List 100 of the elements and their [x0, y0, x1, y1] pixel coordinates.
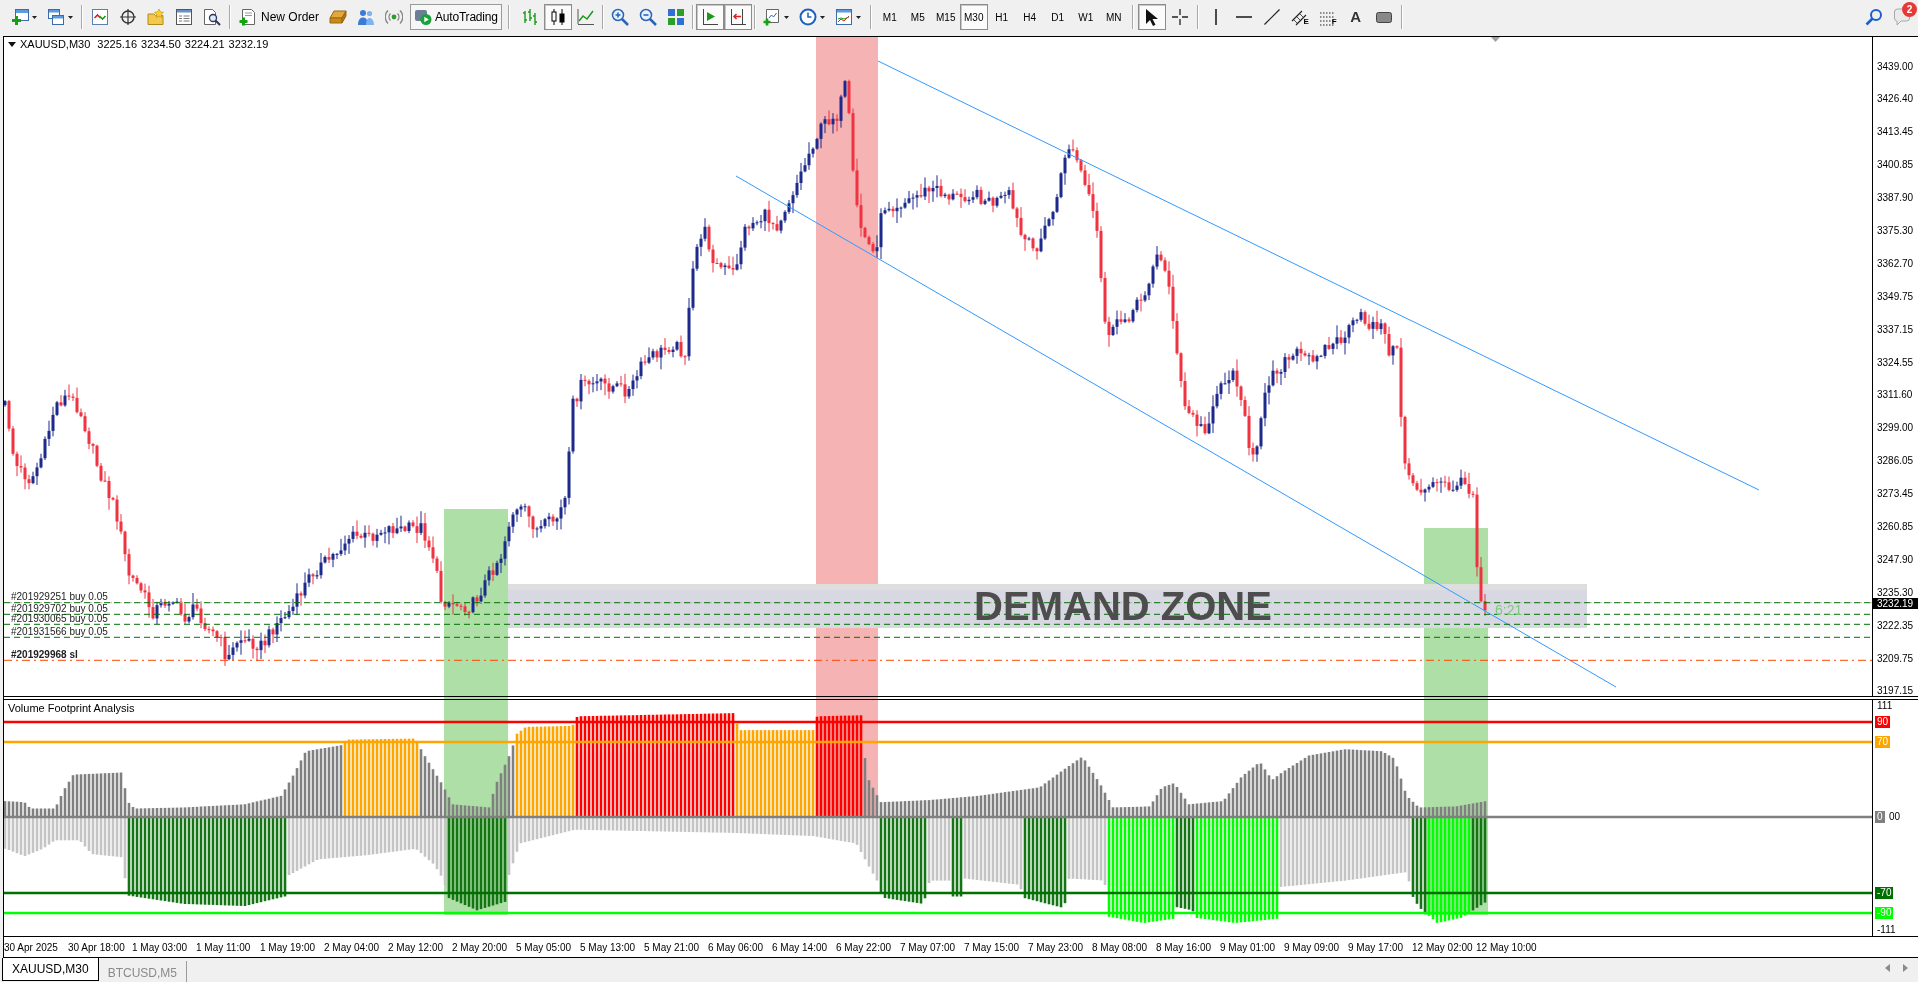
- candlestick-icon: [548, 8, 567, 26]
- timeframe-button[interactable]: MN: [1099, 4, 1128, 30]
- notification-badge: 2: [1902, 2, 1917, 17]
- timeframe-button[interactable]: M5: [903, 4, 932, 30]
- broadcast-icon: [385, 8, 403, 26]
- zoom-out-icon: [638, 8, 657, 26]
- fibonacci-button[interactable]: F: [1313, 4, 1342, 30]
- ohlc-bars-icon: [520, 8, 539, 26]
- ingot-icon: [329, 10, 347, 24]
- price-axis-label: 3439.00: [1877, 60, 1915, 72]
- horizontal-line-icon: [1235, 16, 1252, 18]
- chart-shift-icon: [728, 8, 747, 26]
- caret-icon: [783, 15, 789, 19]
- triangle-marker-icon: [1491, 37, 1500, 42]
- time-axis-label: 6 May 14:00: [772, 941, 828, 953]
- windows-icon: [47, 8, 65, 26]
- new-order-button[interactable]: New Order: [234, 4, 324, 30]
- caret-icon: [68, 15, 73, 19]
- indicator-plus-icon: [762, 8, 781, 26]
- time-axis-label: 5 May 05:00: [516, 941, 572, 953]
- caret-icon: [819, 15, 825, 19]
- ohlc-price: 3224.21: [184, 38, 225, 51]
- cursor-button[interactable]: [1137, 4, 1166, 30]
- market-watch-icon: [91, 8, 109, 26]
- time-axis-label: 6 May 22:00: [836, 941, 892, 953]
- time-axis-label: 12 May 02:00: [1412, 941, 1473, 953]
- ohlc-price: 3234.50: [141, 38, 181, 51]
- price-axis-label: 3260.85: [1877, 520, 1915, 532]
- indicator-title: Volume Footprint Analysis: [8, 702, 135, 715]
- time-axis-label: 5 May 13:00: [580, 941, 636, 953]
- clock-icon: [798, 8, 817, 26]
- search-icon: [1865, 8, 1883, 26]
- timeframe-button[interactable]: M15: [931, 4, 960, 30]
- timeframe-button[interactable]: D1: [1043, 4, 1072, 30]
- triangle-icon: [8, 42, 16, 47]
- level-label: 70: [1875, 736, 1891, 748]
- autotrading-button[interactable]: AutoTrading: [410, 4, 502, 30]
- timeframe-button[interactable]: H4: [1015, 4, 1044, 30]
- timeframe-button[interactable]: W1: [1071, 4, 1100, 30]
- stop-loss-label: #201929968 sl: [11, 650, 78, 660]
- current-price-label: 3232.19: [1873, 598, 1918, 609]
- negative-volume-bars: [1067, 817, 1107, 885]
- caret-icon: [32, 15, 37, 19]
- timeframe-button[interactable]: M30: [959, 4, 988, 30]
- price-axis-label: 3362.70: [1877, 257, 1915, 269]
- target-icon: [119, 8, 137, 26]
- time-axis-label: 7 May 07:00: [900, 941, 956, 953]
- level-label: 90: [1875, 716, 1891, 728]
- price-axis-label: 3235.30: [1877, 586, 1915, 598]
- channel-icon: [1290, 10, 1307, 26]
- time-axis-label: 2 May 20:00: [452, 941, 508, 953]
- auto-scroll-button[interactable]: [695, 4, 724, 30]
- price-axis-label: 3247.90: [1877, 553, 1915, 565]
- time-axis-label: 1 May 03:00: [132, 941, 188, 953]
- time-axis-label: 6 May 06:00: [708, 941, 764, 953]
- level-label: -70: [1875, 887, 1894, 899]
- template-icon: [834, 8, 853, 26]
- chart-tab[interactable]: XAUUSD,M30: [2, 958, 99, 981]
- channel-button[interactable]: E: [1285, 4, 1314, 30]
- window-list-icon: [175, 8, 193, 26]
- tile-windows-icon: [666, 8, 685, 26]
- level-label: -90: [1875, 907, 1894, 919]
- time-axis-label: 30 Apr 2025: [4, 941, 58, 953]
- scale-max-label: 111: [1877, 700, 1893, 712]
- vertical-line-icon: [1214, 9, 1217, 25]
- zoom-in-icon: [610, 8, 629, 26]
- ohlc-price: 3232.19: [228, 38, 269, 51]
- price-axis-label: 3209.75: [1877, 652, 1915, 664]
- price-axis-label: 3324.55: [1877, 356, 1915, 368]
- folder-star-icon: [147, 8, 165, 26]
- timeframe-button[interactable]: M1: [875, 4, 904, 30]
- document-search-icon: [203, 8, 221, 26]
- time-axis-label: 30 Apr 18:00: [68, 941, 125, 953]
- text-tool-button[interactable]: A: [1341, 4, 1370, 30]
- candlestick-chart-button[interactable]: [543, 4, 572, 30]
- scale-min-label: -111: [1877, 924, 1896, 936]
- rounded-rectangle-icon: [1375, 11, 1392, 23]
- price-axis-label: 3413.45: [1877, 126, 1915, 138]
- time-axis-label: 1 May 11:00: [196, 941, 251, 953]
- price-axis-label: 3400.85: [1877, 159, 1915, 171]
- time-axis-label: 9 May 01:00: [1220, 941, 1276, 953]
- time-axis-label: 7 May 15:00: [964, 941, 1020, 953]
- price-axis-label: 3197.15: [1877, 685, 1915, 697]
- price-axis-label: 3375.30: [1877, 224, 1915, 236]
- messages-button[interactable]: 2: [1888, 4, 1916, 30]
- time-axis-label: 5 May 21:00: [644, 941, 700, 953]
- price-axis-label: 3311.60: [1877, 389, 1914, 401]
- order-label: #201930065 buy 0.05: [11, 614, 108, 624]
- bar-countdown: 6:21: [1495, 602, 1523, 618]
- timeframe-button[interactable]: H1: [987, 4, 1016, 30]
- chart-shift-button[interactable]: [723, 4, 752, 30]
- level-label: 0: [1875, 811, 1885, 823]
- people-icon: [357, 8, 375, 26]
- time-axis-label: 8 May 16:00: [1156, 941, 1212, 953]
- cursor-icon: [1145, 8, 1159, 26]
- order-label: #201929702 buy 0.05: [11, 604, 108, 614]
- time-axis-label: 7 May 23:00: [1028, 941, 1084, 953]
- time-axis-label: 2 May 04:00: [324, 941, 380, 953]
- chart-symbol: XAUUSD,M30: [20, 38, 91, 51]
- caret-icon: [855, 15, 861, 19]
